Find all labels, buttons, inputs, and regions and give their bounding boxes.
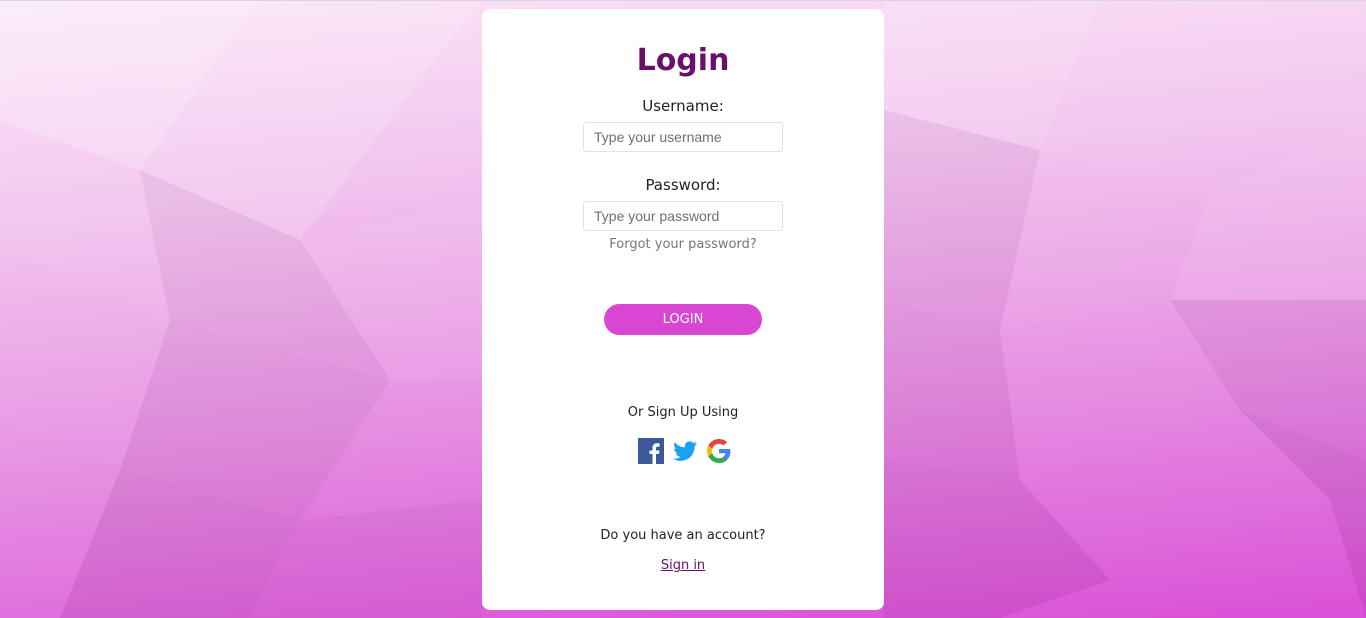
google-icon[interactable] xyxy=(706,438,732,464)
forgot-password-link[interactable]: Forgot your password? xyxy=(482,237,884,252)
username-label: Username: xyxy=(642,97,724,115)
username-input[interactable] xyxy=(583,122,783,152)
twitter-icon[interactable] xyxy=(672,438,698,464)
login-card: Login Username: Password: Forgot your pa… xyxy=(482,9,884,610)
social-login-group xyxy=(638,437,738,465)
page-title: Login xyxy=(636,43,730,78)
password-input[interactable] xyxy=(583,201,783,231)
sign-in-link[interactable]: Sign in xyxy=(482,558,884,573)
signup-prompt: Or Sign Up Using xyxy=(627,405,739,420)
facebook-icon[interactable] xyxy=(638,438,664,464)
top-border xyxy=(0,0,1366,1)
password-label: Password: xyxy=(645,176,721,194)
login-button[interactable]: LOGIN xyxy=(604,304,762,335)
account-prompt: Do you have an account? xyxy=(600,528,766,543)
